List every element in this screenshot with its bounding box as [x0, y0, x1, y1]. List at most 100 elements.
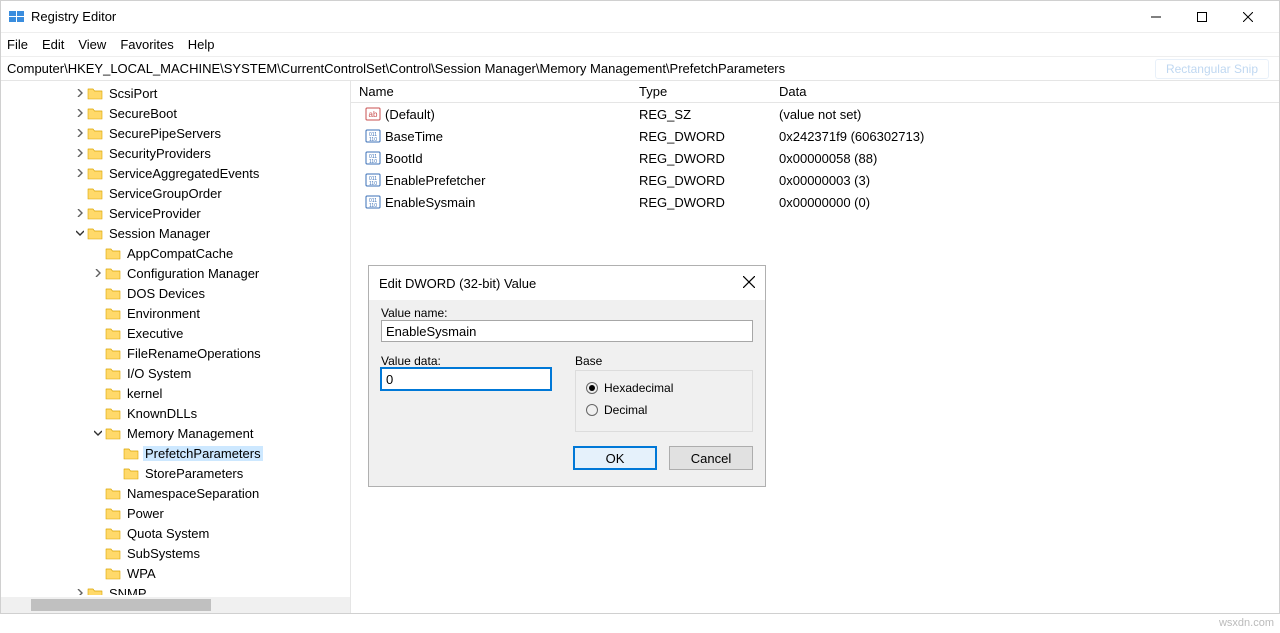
folder-icon — [87, 126, 103, 140]
chevron-down-icon[interactable] — [91, 426, 105, 440]
tree-item[interactable]: Executive — [1, 323, 334, 343]
tree-item[interactable]: SecurityProviders — [1, 143, 334, 163]
chevron-down-icon[interactable] — [73, 226, 87, 240]
menu-favorites[interactable]: Favorites — [120, 37, 173, 52]
tree-item[interactable]: Quota System — [1, 523, 334, 543]
tree-item[interactable]: Environment — [1, 303, 334, 323]
expander-none — [73, 186, 87, 200]
tree-item[interactable]: WPA — [1, 563, 334, 583]
ok-button[interactable]: OK — [573, 446, 657, 470]
folder-icon — [105, 366, 121, 380]
app-icon — [9, 9, 25, 25]
tree-item-label: PrefetchParameters — [143, 446, 263, 461]
value-name: (Default) — [385, 107, 435, 122]
folder-icon — [105, 426, 121, 440]
chevron-right-icon[interactable] — [73, 206, 87, 220]
folder-icon — [105, 306, 121, 320]
column-header-data[interactable]: Data — [771, 81, 1279, 102]
folder-icon — [105, 486, 121, 500]
radio-dot-icon — [586, 404, 598, 416]
value-name-input[interactable] — [381, 320, 753, 342]
cancel-button[interactable]: Cancel — [669, 446, 753, 470]
string-value-icon: ab — [365, 106, 381, 122]
address-bar[interactable]: Computer\HKEY_LOCAL_MACHINE\SYSTEM\Curre… — [1, 57, 1279, 81]
tree-item[interactable]: ServiceAggregatedEvents — [1, 163, 334, 183]
folder-icon — [87, 186, 103, 200]
tree-item[interactable]: I/O System — [1, 363, 334, 383]
folder-icon — [87, 86, 103, 100]
tree-item[interactable]: ServiceProvider — [1, 203, 334, 223]
expander-none — [91, 366, 105, 380]
value-row[interactable]: 011110BootIdREG_DWORD0x00000058 (88) — [351, 147, 1279, 169]
value-type: REG_SZ — [631, 107, 771, 122]
maximize-button[interactable] — [1179, 2, 1225, 32]
tree-item[interactable]: StoreParameters — [1, 463, 334, 483]
value-data: 0x00000000 (0) — [771, 195, 1279, 210]
value-name-label: Value name: — [381, 306, 753, 320]
tree-item[interactable]: NamespaceSeparation — [1, 483, 334, 503]
chevron-right-icon[interactable] — [73, 86, 87, 100]
column-header-name[interactable]: Name — [351, 81, 631, 102]
value-data: 0x242371f9 (606302713) — [771, 129, 1279, 144]
tree-item-label: Session Manager — [107, 226, 212, 241]
tree-item[interactable]: SecureBoot — [1, 103, 334, 123]
menu-bar: File Edit View Favorites Help — [1, 33, 1279, 57]
tree-item[interactable]: SecurePipeServers — [1, 123, 334, 143]
tree-item[interactable]: FileRenameOperations — [1, 343, 334, 363]
close-button[interactable] — [1225, 2, 1271, 32]
minimize-button[interactable] — [1133, 2, 1179, 32]
menu-view[interactable]: View — [78, 37, 106, 52]
radio-decimal[interactable]: Decimal — [586, 399, 742, 421]
value-data-label: Value data: — [381, 354, 551, 368]
tree-item[interactable]: KnownDLLs — [1, 403, 334, 423]
registry-tree[interactable]: ScsiPortSecureBootSecurePipeServersSecur… — [1, 81, 334, 595]
value-row[interactable]: ab (Default) REG_SZ(value not set) — [351, 103, 1279, 125]
svg-text:ab: ab — [369, 110, 378, 119]
chevron-right-icon[interactable] — [91, 266, 105, 280]
dialog-body: Value name: Value data: Base Hexadecimal… — [369, 300, 765, 486]
folder-icon — [87, 166, 103, 180]
folder-icon — [105, 266, 121, 280]
tree-item[interactable]: PrefetchParameters — [1, 443, 334, 463]
tree-item[interactable]: AppCompatCache — [1, 243, 334, 263]
folder-icon — [105, 566, 121, 580]
tree-item-label: SNMP — [107, 586, 149, 596]
tree-horizontal-scrollbar[interactable] — [1, 597, 350, 613]
chevron-right-icon[interactable] — [73, 166, 87, 180]
chevron-right-icon[interactable] — [73, 106, 87, 120]
tree-item[interactable]: kernel — [1, 383, 334, 403]
value-row[interactable]: 011110BaseTimeREG_DWORD0x242371f9 (60630… — [351, 125, 1279, 147]
chevron-right-icon[interactable] — [73, 586, 87, 595]
tree-item[interactable]: Configuration Manager — [1, 263, 334, 283]
tree-item-label: I/O System — [125, 366, 193, 381]
tree-item[interactable]: SubSystems — [1, 543, 334, 563]
value-row[interactable]: 011110EnableSysmainREG_DWORD0x00000000 (… — [351, 191, 1279, 213]
expander-none — [91, 546, 105, 560]
tree-item[interactable]: DOS Devices — [1, 283, 334, 303]
menu-edit[interactable]: Edit — [42, 37, 64, 52]
tree-item-label: NamespaceSeparation — [125, 486, 261, 501]
expander-none — [91, 526, 105, 540]
tree-item[interactable]: Memory Management — [1, 423, 334, 443]
expander-none — [91, 346, 105, 360]
tree-item[interactable]: ServiceGroupOrder — [1, 183, 334, 203]
chevron-right-icon[interactable] — [73, 126, 87, 140]
tree-item[interactable]: ScsiPort — [1, 83, 334, 103]
column-header-type[interactable]: Type — [631, 81, 771, 102]
menu-help[interactable]: Help — [188, 37, 215, 52]
value-data-input[interactable] — [381, 368, 551, 390]
menu-file[interactable]: File — [7, 37, 28, 52]
expander-none — [91, 566, 105, 580]
chevron-right-icon[interactable] — [73, 146, 87, 160]
value-data: (value not set) — [771, 107, 1279, 122]
dialog-close-button[interactable] — [743, 276, 755, 291]
dword-value-icon: 011110 — [365, 194, 381, 210]
radio-hexadecimal[interactable]: Hexadecimal — [586, 377, 742, 399]
value-row[interactable]: 011110EnablePrefetcherREG_DWORD0x0000000… — [351, 169, 1279, 191]
tree-item-label: KnownDLLs — [125, 406, 199, 421]
tree-item[interactable]: Power — [1, 503, 334, 523]
expander-none — [91, 406, 105, 420]
tree-item[interactable]: Session Manager — [1, 223, 334, 243]
tree-item[interactable]: SNMP — [1, 583, 334, 595]
value-type: REG_DWORD — [631, 129, 771, 144]
